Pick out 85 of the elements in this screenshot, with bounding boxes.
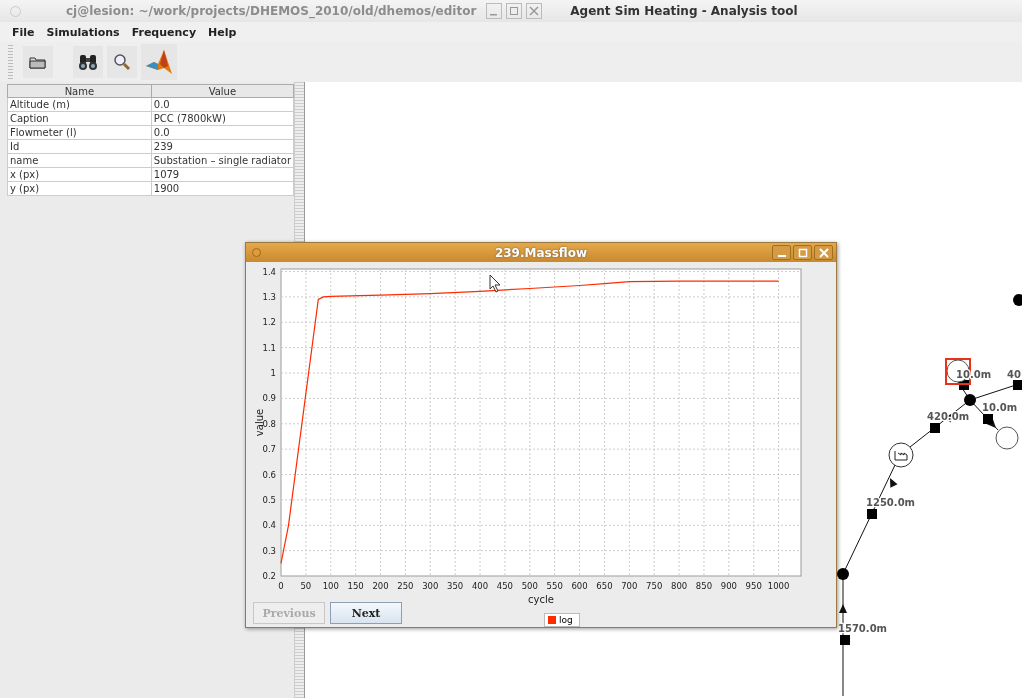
x-tick-label: 700 bbox=[621, 581, 638, 591]
x-tick-label: 900 bbox=[720, 581, 737, 591]
x-tick-label: 100 bbox=[322, 581, 339, 591]
table-cell: PCC (7800kW) bbox=[151, 111, 294, 126]
pipe-marker-icon[interactable] bbox=[867, 509, 877, 519]
x-tick-label: 50 bbox=[300, 581, 312, 591]
table-cell: Id bbox=[7, 139, 152, 154]
menu-item[interactable]: Frequency bbox=[125, 25, 203, 39]
menu-item[interactable]: Simulations bbox=[40, 25, 126, 39]
window-title: Agent Sim Heating - Analysis tool bbox=[570, 4, 798, 18]
table-cell: Caption bbox=[7, 111, 152, 126]
x-tick-label: 850 bbox=[695, 581, 713, 591]
column-header[interactable]: Name bbox=[7, 84, 152, 98]
y-tick-label: 1.3 bbox=[262, 291, 276, 302]
y-tick-label: 1.2 bbox=[262, 317, 276, 328]
x-axis-label: cycle bbox=[528, 594, 554, 605]
y-tick-label: 0.3 bbox=[262, 545, 276, 556]
next-button[interactable]: Next bbox=[330, 602, 402, 624]
table-cell: Substation – single radiator bbox=[151, 153, 294, 168]
pipe-marker-icon[interactable] bbox=[840, 635, 850, 645]
y-tick-label: 0.7 bbox=[262, 444, 276, 455]
table-cell: Flowmeter (l) bbox=[7, 125, 152, 140]
x-tick-label: 300 bbox=[422, 581, 439, 591]
x-tick-label: 600 bbox=[571, 581, 588, 591]
table-cell: x (px) bbox=[7, 167, 152, 182]
window-controls-icon bbox=[486, 3, 543, 19]
menu-item[interactable]: Help bbox=[202, 25, 243, 39]
y-tick-label: 0.6 bbox=[262, 469, 276, 480]
column-header[interactable]: Value bbox=[151, 84, 294, 98]
close-button[interactable] bbox=[814, 245, 833, 260]
background-window-title: cj@lesion: ~/work/projects/DHEMOS_2010/old/dhemos/editor bbox=[66, 4, 477, 18]
folder-icon[interactable] bbox=[23, 46, 53, 78]
membrane-surface-icon[interactable] bbox=[141, 44, 177, 80]
table-cell: name bbox=[7, 153, 152, 168]
y-tick-label: 0.9 bbox=[262, 393, 276, 404]
x-tick-label: 800 bbox=[670, 581, 688, 591]
table-cell: 1079 bbox=[151, 167, 294, 182]
x-tick-label: 1000 bbox=[767, 581, 790, 591]
table-cell: 0.0 bbox=[151, 97, 294, 112]
x-tick-label: 150 bbox=[347, 581, 364, 591]
minimize-button[interactable] bbox=[772, 245, 791, 260]
pipe-marker-icon[interactable] bbox=[983, 414, 993, 424]
x-tick-label: 500 bbox=[521, 581, 538, 591]
x-tick-label: 650 bbox=[596, 581, 613, 591]
search-icon[interactable] bbox=[107, 46, 137, 78]
factory-node[interactable] bbox=[888, 442, 914, 468]
x-tick-label: 0 bbox=[278, 581, 284, 591]
x-tick-label: 200 bbox=[372, 581, 389, 591]
table-cell: y (px) bbox=[7, 181, 152, 196]
table-cell: 1900 bbox=[151, 181, 294, 196]
close-icon bbox=[818, 247, 829, 258]
junction-node[interactable] bbox=[964, 394, 976, 406]
edge-length-label: 40 bbox=[1007, 369, 1021, 380]
junction-node[interactable] bbox=[837, 568, 849, 580]
y-tick-label: 0.4 bbox=[262, 520, 276, 531]
y-tick-label: 0.2 bbox=[262, 571, 276, 581]
y-tick-label: 1.4 bbox=[262, 266, 276, 277]
maximize-icon bbox=[797, 247, 808, 258]
consumer-node[interactable] bbox=[995, 426, 1019, 450]
minimize-icon bbox=[777, 254, 786, 257]
pipe-marker-icon[interactable] bbox=[930, 423, 940, 433]
y-tick-label: 0.8 bbox=[262, 418, 276, 429]
x-tick-label: 400 bbox=[471, 581, 489, 591]
table-cell: 0.0 bbox=[151, 125, 294, 140]
x-tick-label: 950 bbox=[745, 581, 762, 591]
pipe-marker-icon[interactable] bbox=[1013, 380, 1022, 390]
x-tick-label: 550 bbox=[546, 581, 563, 591]
binoculars-icon[interactable] bbox=[73, 46, 103, 78]
x-tick-label: 350 bbox=[447, 581, 464, 591]
y-tick-label: 0.5 bbox=[262, 494, 276, 505]
menu-item[interactable]: File bbox=[6, 25, 41, 39]
x-tick-label: 250 bbox=[397, 581, 414, 591]
junction-node[interactable] bbox=[1013, 294, 1022, 306]
y-tick-label: 1 bbox=[270, 368, 276, 378]
legend-swatch bbox=[548, 616, 556, 624]
x-tick-label: 450 bbox=[496, 581, 514, 591]
table-cell: 239 bbox=[151, 139, 294, 154]
window-title: 239.Massflow bbox=[494, 245, 588, 260]
cursor-icon bbox=[489, 274, 501, 293]
table-cell: Altitude (m) bbox=[7, 97, 152, 112]
edge-length-label: 10.0m bbox=[982, 402, 1018, 413]
maximize-button[interactable] bbox=[793, 245, 812, 260]
x-tick-label: 750 bbox=[646, 581, 663, 591]
legend-label: log bbox=[559, 615, 573, 625]
y-tick-label: 1.1 bbox=[262, 342, 276, 353]
